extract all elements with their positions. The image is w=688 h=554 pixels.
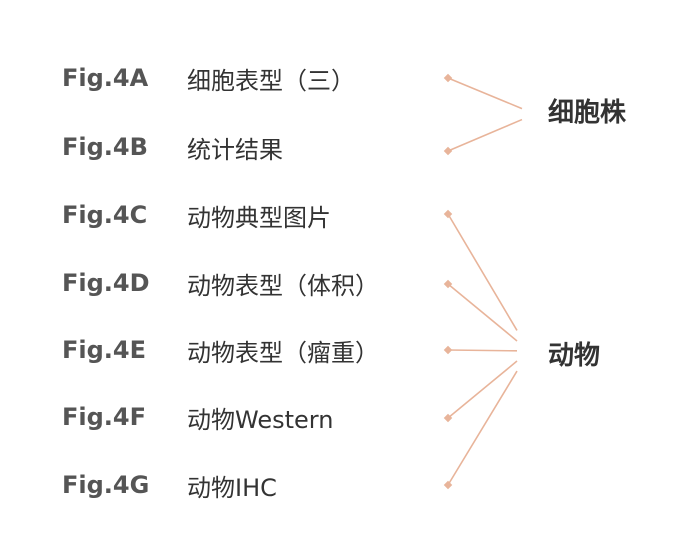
connector-lines [443,73,523,490]
connector-dot [443,480,453,490]
connector-dot [443,209,453,219]
bracket-connectors [443,73,523,490]
connector-dot [443,146,453,156]
group-label-cell-line: 细胞株 [548,98,627,128]
connector-line [447,349,518,352]
connector-line [447,77,523,110]
diagram: Fig.4A 细胞表型（三） Fig.4B 统计结果 Fig.4C 动物典型图片… [0,0,688,554]
connector-dot [443,345,453,355]
group-label-animal: 动物 [548,341,601,371]
connector-dot [443,73,453,83]
connector-line [447,118,523,152]
connector-line [447,370,518,486]
